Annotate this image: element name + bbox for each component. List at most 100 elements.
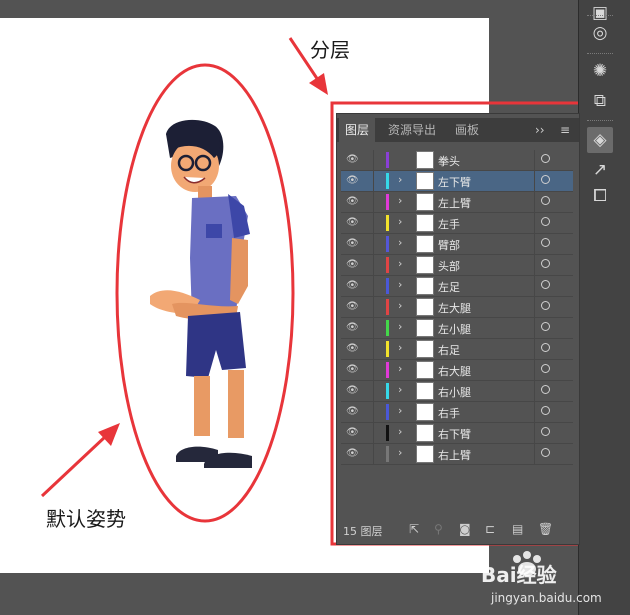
visibility-eye-icon[interactable]: 👁 [346, 280, 360, 291]
locate-object-icon[interactable]: ⚲ [434, 522, 443, 536]
visibility-eye-icon[interactable]: 👁 [346, 364, 360, 375]
layer-row[interactable]: 👁 右手 › [341, 402, 573, 423]
layer-row[interactable]: 👁 左大腿 › [341, 297, 573, 318]
layer-color-swatch [386, 257, 389, 273]
layer-name[interactable]: 左足 [438, 279, 460, 295]
visibility-eye-icon[interactable]: 👁 [346, 196, 360, 207]
layer-color-swatch [386, 446, 389, 462]
expand-chevron-icon[interactable]: › [398, 236, 402, 249]
layer-name[interactable]: 拳头 [438, 153, 460, 169]
artboards-icon[interactable]: ⧠ [587, 183, 613, 209]
layer-name[interactable]: 左大腿 [438, 300, 471, 316]
layer-row[interactable]: 👁 拳头 [341, 150, 573, 171]
panel-menu-icon[interactable]: ≡ [560, 118, 570, 142]
layer-target-icon[interactable] [541, 322, 550, 331]
transparency-icon[interactable]: ◎ [587, 20, 613, 46]
layer-row[interactable]: 👁 臂部 › [341, 234, 573, 255]
layer-name[interactable]: 右小腿 [438, 384, 471, 400]
expand-chevron-icon[interactable]: › [398, 446, 402, 459]
layer-row[interactable]: 👁 左手 › [341, 213, 573, 234]
visibility-eye-icon[interactable]: 👁 [346, 154, 360, 165]
layer-target-icon[interactable] [541, 238, 550, 247]
asset-export-icon[interactable]: ↗ [587, 157, 613, 183]
visibility-eye-icon[interactable]: 👁 [346, 448, 360, 459]
layer-row[interactable]: 👁 左下臂 › [341, 171, 573, 192]
layer-row[interactable]: 👁 头部 › [341, 255, 573, 276]
new-sublayer-icon[interactable]: ⊏ [485, 522, 495, 536]
visibility-eye-icon[interactable]: 👁 [346, 385, 360, 396]
layer-name[interactable]: 左下臂 [438, 174, 471, 190]
layer-color-swatch [386, 425, 389, 441]
layer-row[interactable]: 👁 右上臂 › [341, 444, 573, 465]
expand-chevron-icon[interactable]: › [398, 194, 402, 207]
expand-chevron-icon[interactable]: › [398, 215, 402, 228]
layer-target-icon[interactable] [541, 385, 550, 394]
layer-target-icon[interactable] [541, 259, 550, 268]
tab-asset-export[interactable]: 资源导出 [382, 118, 442, 142]
layer-name[interactable]: 右上臂 [438, 447, 471, 463]
layer-name[interactable]: 左小腿 [438, 321, 471, 337]
layer-target-icon[interactable] [541, 154, 550, 163]
tab-artboards[interactable]: 画板 [449, 118, 485, 142]
layer-name[interactable]: 右大腿 [438, 363, 471, 379]
expand-chevron-icon[interactable]: › [398, 362, 402, 375]
make-clipping-mask-icon[interactable]: ◙ [459, 522, 471, 536]
layer-color-swatch [386, 320, 389, 336]
expand-chevron-icon[interactable]: › [398, 341, 402, 354]
layer-name[interactable]: 左手 [438, 216, 460, 232]
layer-target-icon[interactable] [541, 217, 550, 226]
visibility-eye-icon[interactable]: 👁 [346, 301, 360, 312]
layer-name[interactable]: 右下臂 [438, 426, 471, 442]
visibility-eye-icon[interactable]: 👁 [346, 259, 360, 270]
delete-layer-icon[interactable]: 🗑 [538, 522, 553, 536]
visibility-eye-icon[interactable]: 👁 [346, 427, 360, 438]
expand-chevron-icon[interactable]: › [398, 425, 402, 438]
layer-target-icon[interactable] [541, 364, 550, 373]
expand-chevron-icon[interactable]: › [398, 173, 402, 186]
layer-row[interactable]: 👁 右足 › [341, 339, 573, 360]
layer-target-icon[interactable] [541, 406, 550, 415]
new-layer-icon[interactable]: ▤ [512, 522, 523, 536]
right-dock: ▣ ◎ ✺ ⧉ ◈ ↗ ⧠ [578, 0, 630, 615]
layer-color-swatch [386, 299, 389, 315]
layer-target-icon[interactable] [541, 196, 550, 205]
visibility-eye-icon[interactable]: 👁 [346, 322, 360, 333]
visibility-eye-icon[interactable]: 👁 [346, 238, 360, 249]
tab-layers[interactable]: 图层 [339, 118, 376, 142]
layer-target-icon[interactable] [541, 448, 550, 457]
layer-name[interactable]: 头部 [438, 258, 460, 274]
visibility-eye-icon[interactable]: 👁 [346, 217, 360, 228]
layer-row[interactable]: 👁 右下臂 › [341, 423, 573, 444]
layer-target-icon[interactable] [541, 343, 550, 352]
layer-row[interactable]: 👁 左上臂 › [341, 192, 573, 213]
layer-target-icon[interactable] [541, 427, 550, 436]
expand-chevron-icon[interactable]: › [398, 278, 402, 291]
layer-color-swatch [386, 194, 389, 210]
expand-chevron-icon[interactable]: › [398, 257, 402, 270]
appearance-icon[interactable]: ✺ [587, 58, 613, 84]
layer-color-swatch [386, 152, 389, 168]
layer-name[interactable]: 右手 [438, 405, 460, 421]
panel-collapse-icon[interactable]: ›› [535, 118, 545, 142]
expand-chevron-icon[interactable]: › [398, 320, 402, 333]
layer-target-icon[interactable] [541, 280, 550, 289]
transform-icon[interactable]: ⧉ [587, 88, 613, 114]
visibility-eye-icon[interactable]: 👁 [346, 343, 360, 354]
visibility-eye-icon[interactable]: 👁 [346, 175, 360, 186]
layer-row[interactable]: 👁 右大腿 › [341, 360, 573, 381]
layer-row[interactable]: 👁 左足 › [341, 276, 573, 297]
layer-name[interactable]: 左上臂 [438, 195, 471, 211]
visibility-eye-icon[interactable]: 👁 [346, 406, 360, 417]
export-icon[interactable]: ⇱ [409, 522, 419, 536]
layer-target-icon[interactable] [541, 175, 550, 184]
layer-target-icon[interactable] [541, 301, 550, 310]
expand-chevron-icon[interactable]: › [398, 299, 402, 312]
layer-name[interactable]: 右足 [438, 342, 460, 358]
layers-icon[interactable]: ◈ [587, 127, 613, 153]
expand-chevron-icon[interactable]: › [398, 383, 402, 396]
layer-row[interactable]: 👁 右小腿 › [341, 381, 573, 402]
layer-name[interactable]: 臂部 [438, 237, 460, 253]
watermark-brand: Bai经验 [481, 563, 557, 587]
expand-chevron-icon[interactable]: › [398, 404, 402, 417]
layer-row[interactable]: 👁 左小腿 › [341, 318, 573, 339]
